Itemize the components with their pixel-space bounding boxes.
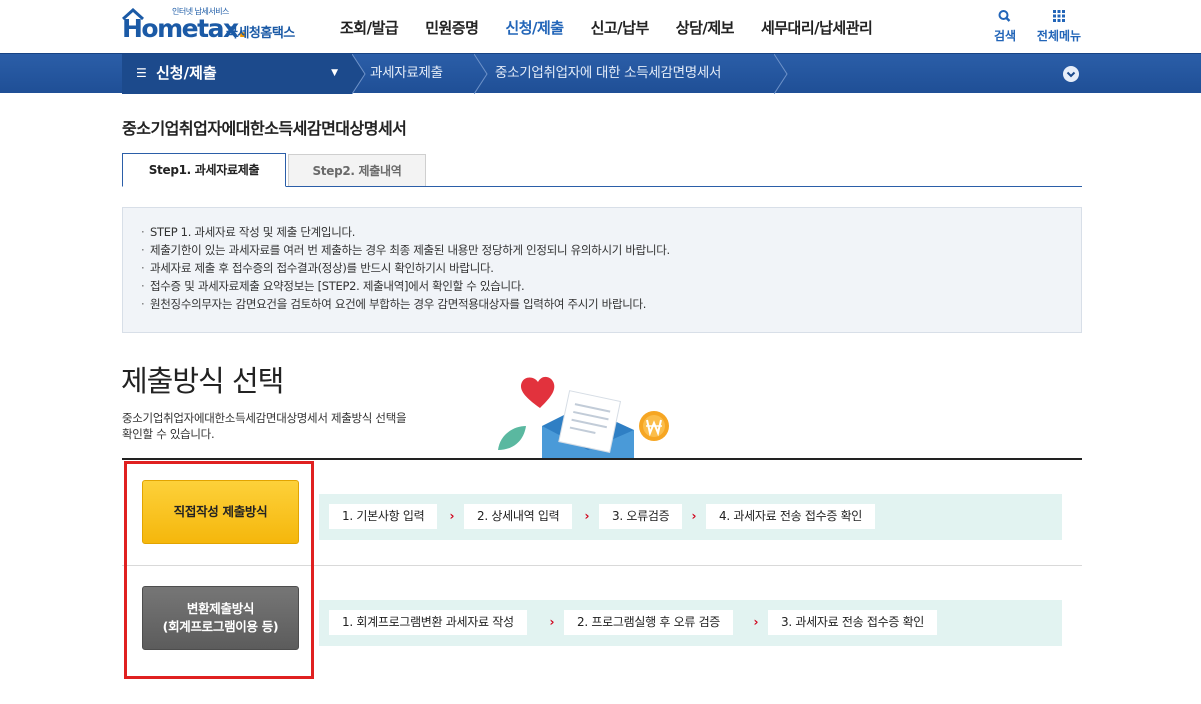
nav-consult[interactable]: 상담/제보 — [676, 0, 735, 53]
flow-step: 3. 과세자료 전송 접수증 확인 — [768, 610, 938, 635]
notice-text: STEP 1. 과세자료 작성 및 제출 단계입니다. — [150, 225, 356, 239]
notice-item: · STEP 1. 과세자료 작성 및 제출 단계입니다. — [141, 223, 1081, 241]
notice-text: 과세자료 제출 후 접수증의 접수결과(정상)를 반드시 확인하기시 바랍니다. — [150, 261, 494, 275]
bullet: · — [141, 279, 145, 293]
flow-step: 2. 상세내역 입력 — [464, 504, 573, 529]
leaf-icon — [498, 426, 526, 450]
tab-step2[interactable]: Step2. 제출내역 — [288, 154, 426, 186]
nav-certificate[interactable]: 민원증명 — [425, 0, 479, 53]
won-coin-icon — [639, 411, 669, 441]
section-description: 중소기업취업자에대한소득세감면대상명세서 제출방식 선택을 확인할 수 있습니다… — [122, 410, 462, 442]
notice-item: · 원천징수의무자는 감면요건을 검토하여 요건에 부합하는 경우 감면적용대상자… — [141, 295, 1081, 313]
section-description-line: 확인할 수 있습니다. — [122, 427, 215, 441]
arrow-right-icon: › — [753, 615, 759, 629]
flow-step: 4. 과세자료 전송 접수증 확인 — [706, 504, 876, 529]
section-title: 제출방식 선택 — [121, 364, 284, 398]
hamburger-icon: ☰ — [136, 66, 147, 80]
arrow-right-icon: › — [584, 509, 590, 523]
conversion-label-line: (회계프로그램이용 등) — [162, 619, 279, 634]
bullet: · — [141, 243, 145, 257]
all-menu-button[interactable]: 전체메뉴 — [1034, 8, 1084, 44]
row-divider — [122, 565, 1082, 566]
nav-application[interactable]: 신청/제출 — [505, 0, 564, 53]
bullet: · — [141, 261, 145, 275]
arrow-right-icon: › — [549, 615, 555, 629]
table-top-rule — [122, 458, 1082, 460]
nav-report-payment[interactable]: 신고/납부 — [591, 0, 650, 53]
notice-item: · 과세자료 제출 후 접수증의 접수결과(정상)를 반드시 확인하기시 바랍니다… — [141, 259, 1081, 277]
category-select-label: 신청/제출 — [156, 64, 217, 82]
logo-brand-e: e — [181, 14, 199, 43]
notice-item: · 제출기한이 있는 과세자료를 여러 번 제출하는 경우 최종 제출된 내용만 … — [141, 241, 1081, 259]
bullet: · — [141, 225, 145, 239]
flow-step: 1. 회계프로그램변환 과세자료 작성 — [329, 610, 527, 635]
top-header: 인터넷 납세서비스 Hometax. 국세청홈택스 조회/발급 민원증명 신청/… — [0, 0, 1201, 53]
nav-inquiry[interactable]: 조회/발급 — [340, 0, 399, 53]
breadcrumb-current-page[interactable]: 중소기업취업자에 대한 소득세감면명세서 — [495, 54, 721, 94]
search-button[interactable]: 검색 — [992, 8, 1018, 44]
location-bar: ☰ 신청/제출 ▼ 과세자료제출 중소기업취업자에 대한 소득세감면명세서 — [0, 53, 1201, 94]
flow-step: 3. 오류검증 — [599, 504, 683, 529]
logo-korean: 국세청홈택스 — [226, 26, 295, 41]
conversion-submission-label: 변환제출방식 (회계프로그램이용 등) — [163, 600, 279, 636]
direct-submission-button[interactable]: 직접작성 제출방식 — [142, 480, 299, 544]
search-icon — [998, 10, 1011, 22]
nav-agent[interactable]: 세무대리/납세관리 — [761, 0, 873, 53]
caret-down-icon: ▼ — [331, 68, 338, 78]
category-select[interactable]: ☰ 신청/제출 ▼ — [122, 54, 352, 94]
arrow-right-icon: › — [449, 509, 455, 523]
submission-illustration — [498, 376, 669, 460]
step-tabs: Step1. 과세자료제출 Step2. 제출내역 — [122, 153, 1082, 187]
section-description-line: 중소기업취업자에대한소득세감면대상명세서 제출방식 선택을 — [122, 411, 407, 425]
breadcrumb-submission[interactable]: 과세자료제출 — [370, 54, 443, 94]
conversion-submission-button[interactable]: 변환제출방식 (회계프로그램이용 등) — [142, 586, 299, 650]
direct-submission-label: 직접작성 제출방식 — [173, 504, 268, 519]
direct-flow-steps: 1. 기본사항 입력 › 2. 상세내역 입력 › 3. 오류검증 › 4. 과… — [319, 494, 1062, 540]
main-nav: 조회/발급 민원증명 신청/제출 신고/납부 상담/제보 세무대리/납세관리 — [340, 0, 899, 53]
notice-box: · STEP 1. 과세자료 작성 및 제출 단계입니다. · 제출기한이 있는 과… — [122, 207, 1082, 333]
notice-text: 원천징수의무자는 감면요건을 검토하여 요건에 부합하는 경우 감면적용대상자를… — [150, 297, 647, 311]
chevron-down-circle-icon[interactable] — [1063, 66, 1079, 82]
breadcrumb-separator — [352, 54, 366, 94]
hometax-logo[interactable]: 인터넷 납세서비스 Hometax. 국세청홈택스 — [122, 6, 312, 48]
heart-icon — [520, 376, 555, 408]
bullet: · — [141, 297, 145, 311]
conversion-flow-steps: 1. 회계프로그램변환 과세자료 작성 › 2. 프로그램실행 후 오류 검증 … — [319, 600, 1062, 646]
page-title: 중소기업취업자에대한소득세감면대상명세서 — [122, 119, 407, 138]
flow-step: 2. 프로그램실행 후 오류 검증 — [564, 610, 734, 635]
tab-step1[interactable]: Step1. 과세자료제출 — [122, 153, 286, 187]
notice-item: · 접수증 및 과세자료제출 요약정보는 [STEP2. 제출내역]에서 확인할 … — [141, 277, 1081, 295]
logo-brand-part: Hom — [122, 14, 183, 43]
document-icon — [558, 390, 622, 453]
notice-text: 접수증 및 과세자료제출 요약정보는 [STEP2. 제출내역]에서 확인할 수… — [150, 279, 525, 293]
breadcrumb-separator — [774, 54, 788, 94]
grid-menu-icon — [1053, 10, 1065, 22]
flow-step: 1. 기본사항 입력 — [329, 504, 438, 529]
all-menu-label: 전체메뉴 — [1036, 29, 1082, 43]
conversion-label-line: 변환제출방식 — [186, 601, 255, 616]
arrow-right-icon: › — [691, 509, 697, 523]
search-label: 검색 — [993, 29, 1017, 43]
breadcrumb-separator — [474, 54, 488, 94]
notice-text: 제출기한이 있는 과세자료를 여러 번 제출하는 경우 최종 제출된 내용만 정… — [150, 243, 670, 257]
